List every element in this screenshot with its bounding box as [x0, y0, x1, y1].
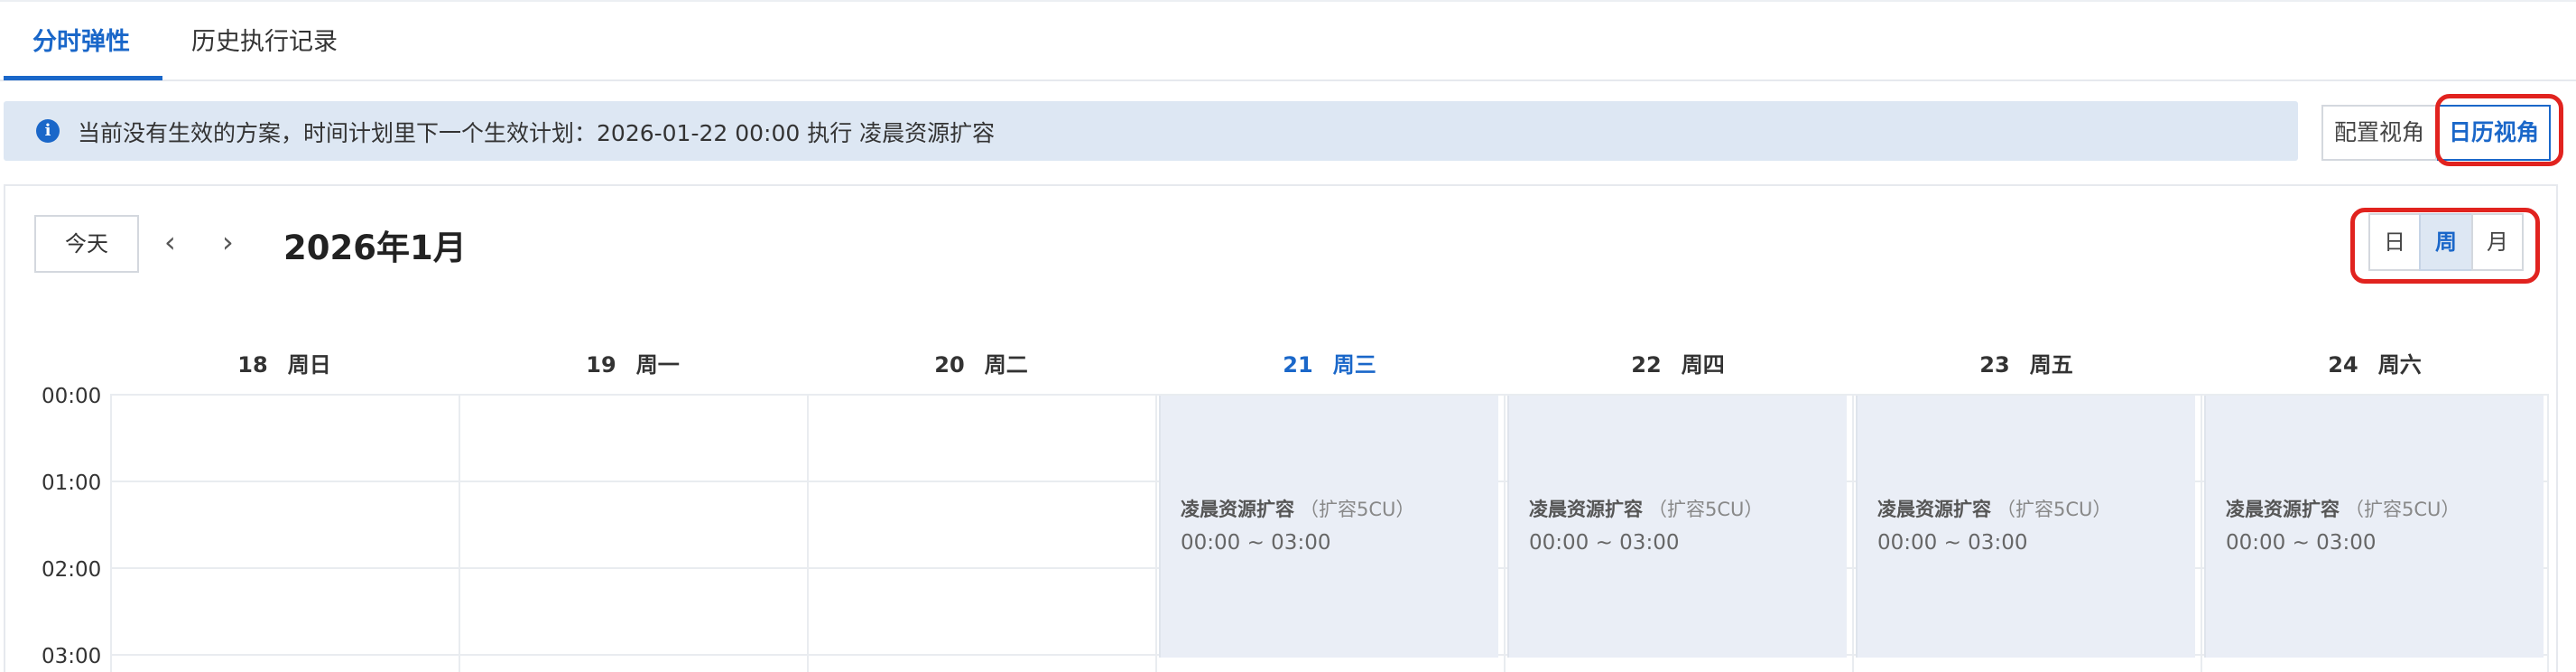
event-name: 凌晨资源扩容	[2226, 499, 2340, 520]
active-tab-indicator	[4, 76, 162, 80]
day-number: 24	[2328, 352, 2358, 378]
event-time: 00:00 ~ 03:00	[1181, 531, 1331, 555]
day-header: 23 周五	[1852, 347, 2201, 378]
calendar-event[interactable]: 凌晨资源扩容 （扩容5CU） 00:00 ~ 03:00	[2204, 396, 2544, 658]
grid-column-line	[807, 394, 809, 672]
time-label: 01:00	[42, 471, 102, 495]
day-header: 24 周六	[2201, 347, 2549, 378]
tab-time-elastic[interactable]: 分时弹性	[32, 22, 130, 57]
info-message: 当前没有生效的方案，时间计划里下一个生效计划：2026-01-22 00:00 …	[78, 120, 996, 146]
event-title: 凌晨资源扩容 （扩容5CU）	[2226, 495, 2460, 522]
calendar-event[interactable]: 凌晨资源扩容 （扩容5CU） 00:00 ~ 03:00	[1856, 396, 2195, 658]
chevron-right-icon[interactable]: ›	[222, 224, 234, 260]
event-title: 凌晨资源扩容 （扩容5CU）	[1181, 495, 1414, 522]
grid-column-line	[1852, 394, 1854, 672]
weekday-label: 周四	[1681, 352, 1725, 378]
day-header: 22 周四	[1504, 347, 1852, 378]
weekday-label: 周六	[2377, 352, 2422, 378]
calendar-event[interactable]: 凌晨资源扩容 （扩容5CU） 00:00 ~ 03:00	[1159, 396, 1498, 658]
time-label: 02:00	[42, 558, 102, 582]
event-name: 凌晨资源扩容	[1181, 499, 1294, 520]
grid-column-line	[459, 394, 460, 672]
info-banner: i 当前没有生效的方案，时间计划里下一个生效计划：2026-01-22 00:0…	[4, 101, 2298, 161]
event-detail: （扩容5CU）	[1648, 499, 1764, 520]
grid-column-line	[1504, 394, 1506, 672]
day-header: 19 周一	[459, 347, 807, 378]
mode-day-button[interactable]: 日	[2368, 213, 2421, 271]
day-header: 18 周日	[110, 347, 459, 378]
weekday-label: 周二	[984, 352, 1028, 378]
weekday-label: 周日	[287, 352, 331, 378]
chevron-left-icon[interactable]: ‹	[164, 224, 176, 260]
day-number: 20	[934, 352, 965, 378]
event-title: 凌晨资源扩容 （扩容5CU）	[1877, 495, 2111, 522]
day-header: 20 周二	[807, 347, 1155, 378]
day-number: 18	[237, 352, 268, 378]
mode-month-button[interactable]: 月	[2471, 213, 2524, 271]
event-detail: （扩容5CU）	[1997, 499, 2112, 520]
config-view-button[interactable]: 配置视角	[2321, 105, 2437, 161]
time-label: 03:00	[42, 645, 102, 668]
event-name: 凌晨资源扩容	[1529, 499, 1643, 520]
today-button[interactable]: 今天	[34, 215, 139, 273]
event-detail: （扩容5CU）	[2345, 499, 2460, 520]
weekday-label: 周五	[2029, 352, 2073, 378]
weekday-label: 周一	[635, 352, 680, 378]
event-time: 00:00 ~ 03:00	[1877, 531, 2028, 555]
day-number: 21	[1283, 352, 1313, 378]
event-time: 00:00 ~ 03:00	[1529, 531, 1680, 555]
weekday-label: 周三	[1332, 352, 1376, 378]
time-label: 00:00	[42, 385, 102, 408]
day-number: 22	[1631, 352, 1662, 378]
event-name: 凌晨资源扩容	[1877, 499, 1991, 520]
tab-history[interactable]: 历史执行记录	[191, 22, 338, 57]
grid-column-line	[110, 394, 112, 672]
event-time: 00:00 ~ 03:00	[2226, 531, 2377, 555]
event-detail: （扩容5CU）	[1300, 499, 1415, 520]
mode-week-button[interactable]: 周	[2419, 213, 2473, 271]
tab-bar: 分时弹性 历史执行记录	[0, 0, 2576, 81]
calendar-event[interactable]: 凌晨资源扩容 （扩容5CU） 00:00 ~ 03:00	[1507, 396, 1847, 658]
event-title: 凌晨资源扩容 （扩容5CU）	[1529, 495, 1763, 522]
grid-column-line	[1155, 394, 1157, 672]
day-header-today: 21 周三	[1155, 347, 1504, 378]
day-number: 19	[586, 352, 616, 378]
calendar-view-button[interactable]: 日历视角	[2437, 105, 2551, 161]
day-number: 23	[1979, 352, 2010, 378]
grid-column-line	[2201, 394, 2202, 672]
month-title: 2026年1月	[283, 229, 467, 267]
grid-column-line	[2547, 394, 2549, 672]
info-icon: i	[36, 119, 60, 143]
